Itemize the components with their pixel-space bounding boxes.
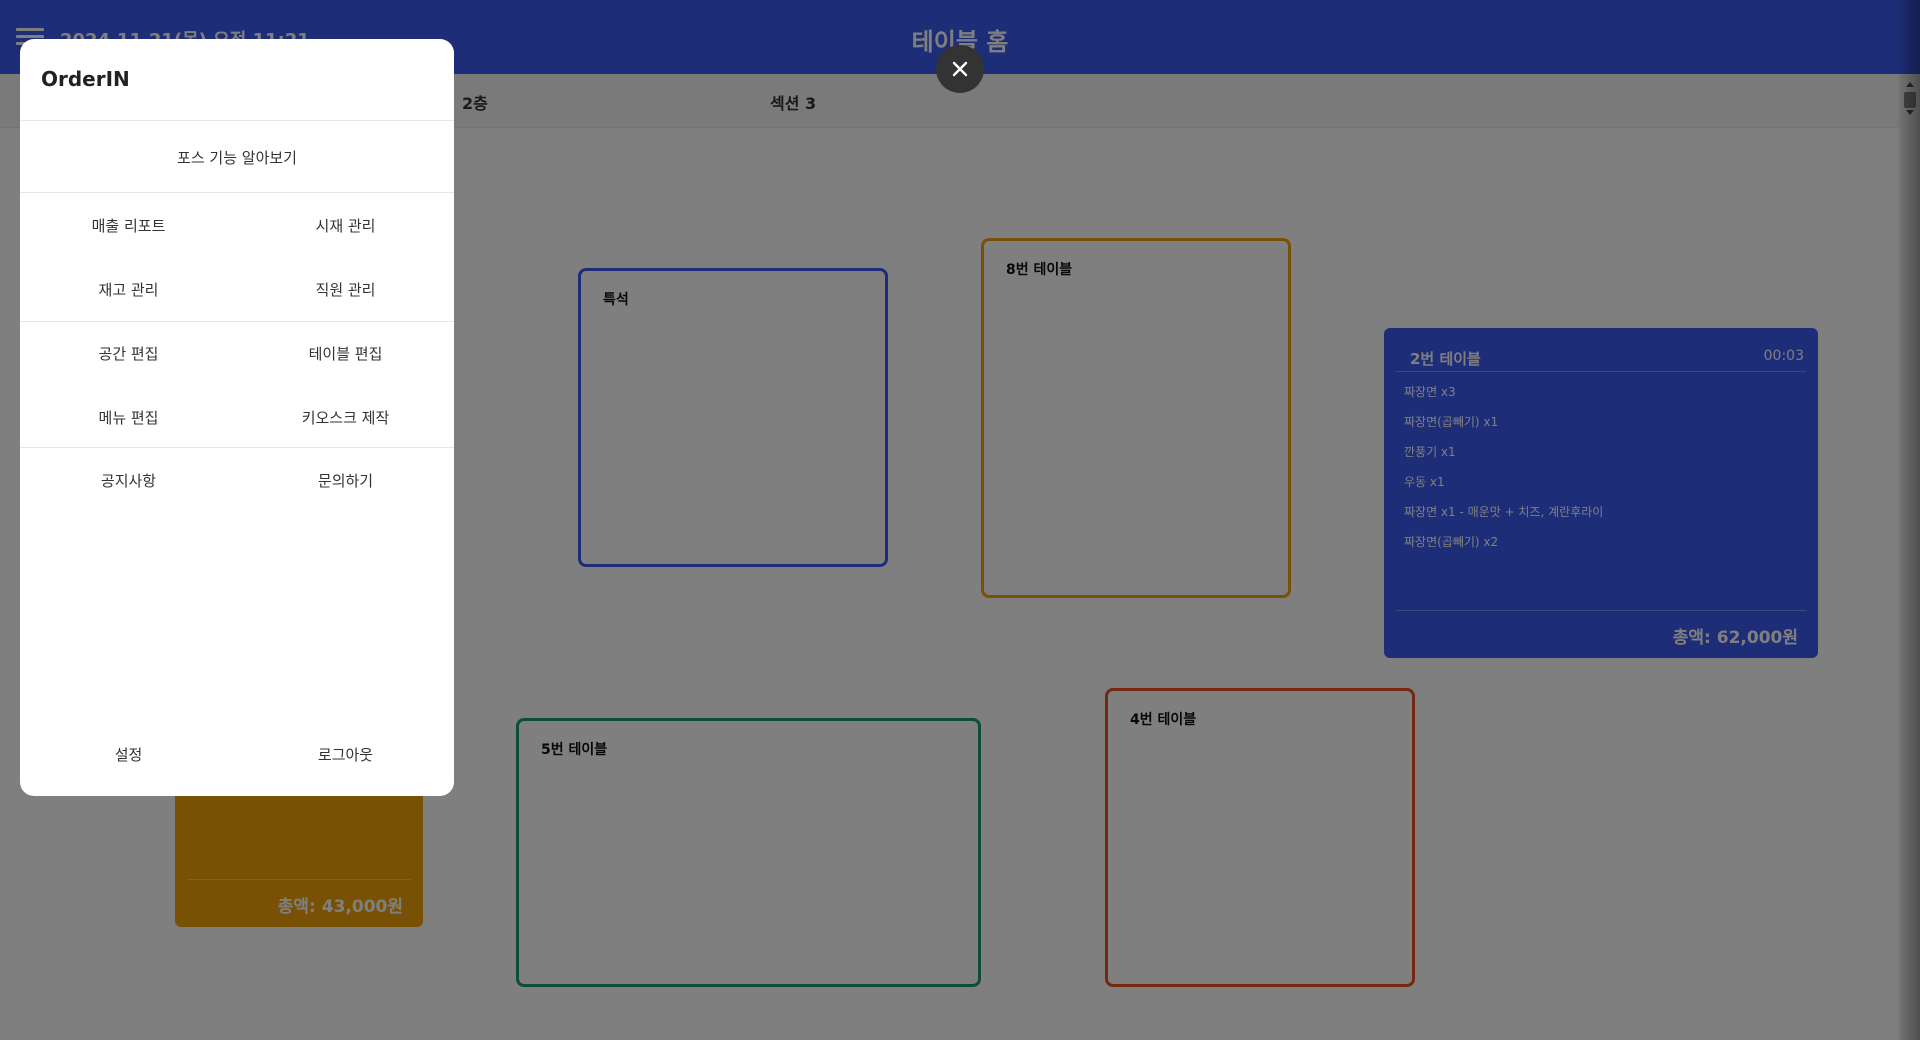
divider — [20, 192, 454, 193]
menu-item-settings[interactable]: 설정 — [20, 744, 237, 765]
menu-item-menu-edit[interactable]: 메뉴 편집 — [20, 407, 237, 428]
close-button[interactable] — [936, 45, 984, 93]
drawer-title: OrderIN — [41, 67, 130, 91]
divider — [20, 321, 454, 322]
side-menu-drawer: OrderIN 포스 기능 알아보기 매출 리포트 시재 관리 재고 관리 직원… — [20, 39, 454, 796]
menu-item-sales-report[interactable]: 매출 리포트 — [20, 215, 237, 236]
menu-item-inventory[interactable]: 재고 관리 — [20, 279, 237, 300]
menu-item-space-edit[interactable]: 공간 편집 — [20, 343, 237, 364]
menu-item-pos-intro[interactable]: 포스 기능 알아보기 — [20, 147, 454, 168]
menu-item-inquiry[interactable]: 문의하기 — [237, 470, 454, 491]
edge-shadow — [1896, 0, 1920, 1040]
divider — [20, 447, 454, 448]
close-icon — [952, 61, 968, 77]
menu-item-table-edit[interactable]: 테이블 편집 — [237, 343, 454, 364]
divider — [20, 120, 454, 121]
menu-item-staff[interactable]: 직원 관리 — [237, 279, 454, 300]
menu-item-kiosk[interactable]: 키오스크 제작 — [237, 407, 454, 428]
menu-item-logout[interactable]: 로그아웃 — [237, 744, 454, 765]
menu-item-notice[interactable]: 공지사항 — [20, 470, 237, 491]
menu-item-cash-management[interactable]: 시재 관리 — [237, 215, 454, 236]
